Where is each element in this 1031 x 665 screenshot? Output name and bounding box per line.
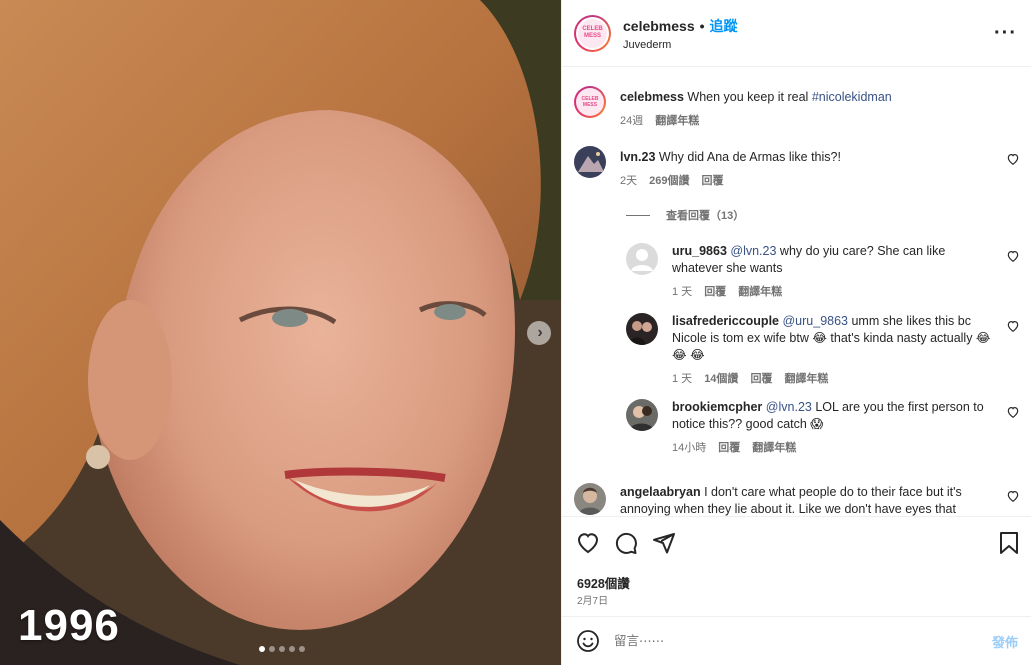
commenter-avatar[interactable] <box>574 146 606 178</box>
reply-time[interactable]: 14小時 <box>672 440 706 457</box>
reply-mention[interactable]: @lvn.23 <box>766 400 812 414</box>
heart-icon[interactable] <box>1006 249 1020 263</box>
comment-icon[interactable] <box>614 531 638 555</box>
slide-dot <box>279 646 285 652</box>
save-icon[interactable] <box>998 531 1020 555</box>
post-media: 1996 › <box>0 0 561 665</box>
chevron-right-icon: › <box>537 324 543 341</box>
comment-username[interactable]: angelaabryan <box>620 485 701 499</box>
heart-icon[interactable] <box>576 531 600 555</box>
reply-row: lisafredericcouple @uru_9863 umm she lik… <box>626 313 1020 388</box>
celebmess-logo: CELEB MESS <box>578 18 607 48</box>
year-label: 1996 <box>18 601 120 650</box>
hashtag-link[interactable]: #nicolekidman <box>812 90 892 104</box>
heart-icon[interactable] <box>1006 152 1020 166</box>
location-link[interactable]: Juvederm <box>623 39 738 51</box>
reply-mention[interactable]: @uru_9863 <box>782 314 848 328</box>
reply-username[interactable]: brookiemcpher <box>672 400 762 414</box>
reply-avatar[interactable] <box>626 399 658 431</box>
caption-username[interactable]: celebmess <box>620 90 684 104</box>
reply-button[interactable]: 回覆 <box>750 371 772 388</box>
comment-likes[interactable]: 269個讚 <box>649 173 689 190</box>
separator: • <box>699 17 705 34</box>
reply-mention[interactable]: @lvn.23 <box>730 244 776 258</box>
reply-row: brookiemcpher @lvn.23 LOL are you the fi… <box>626 399 1020 457</box>
comment-composer: 發佈 <box>562 616 1031 665</box>
heart-icon[interactable] <box>1006 405 1020 419</box>
reply-username[interactable]: uru_9863 <box>672 244 727 258</box>
comment-text: Why did Ana de Armas like this?! <box>658 150 841 164</box>
share-icon[interactable] <box>652 531 676 555</box>
post-button[interactable]: 發佈 <box>992 632 1018 651</box>
emoji-icon[interactable] <box>576 629 600 653</box>
reply-avatar[interactable] <box>626 243 658 275</box>
reply-likes[interactable]: 14個讚 <box>704 371 738 388</box>
translate-button[interactable]: 翻譯年糕 <box>784 371 828 388</box>
view-replies-button[interactable]: 查看回覆（13） <box>626 207 744 223</box>
follow-button[interactable]: 追蹤 <box>710 16 738 36</box>
reply-username[interactable]: lisafredericcouple <box>672 314 779 328</box>
heart-icon[interactable] <box>1006 489 1020 503</box>
translate-button[interactable]: 翻譯年糕 <box>655 113 699 130</box>
slide-dot <box>259 646 265 652</box>
caption-time[interactable]: 24週 <box>620 113 643 130</box>
post-actions: 6928個讚 2月7日 <box>562 516 1031 616</box>
reply-avatar[interactable] <box>626 313 658 345</box>
caption-text: When you keep it real <box>687 90 809 104</box>
next-slide-button[interactable]: › <box>527 321 551 345</box>
comments-list[interactable]: CELEB MESS celebmess When you keep it re… <box>562 68 1031 516</box>
post-header: CELEB MESS celebmess • 追蹤 Juvederm ··· <box>562 0 1031 67</box>
reply-button[interactable]: 回覆 <box>718 440 740 457</box>
post-photo <box>0 0 561 665</box>
comment-time[interactable]: 2天 <box>620 173 637 190</box>
slide-dot <box>289 646 295 652</box>
comment-row: angelaabryan I don't care what people do… <box>574 483 1020 516</box>
translate-button[interactable]: 翻譯年糕 <box>738 284 782 301</box>
post-sidebar: CELEB MESS celebmess • 追蹤 Juvederm ··· C… <box>561 0 1031 665</box>
likes-count[interactable]: 6928個讚 <box>577 573 630 592</box>
comment-input[interactable] <box>614 634 992 648</box>
translate-button[interactable]: 翻譯年糕 <box>752 440 796 457</box>
comment-row: lvn.23 Why did Ana de Armas like this?! … <box>574 146 1020 190</box>
reply-row: uru_9863 @lvn.23 why do yiu care? She ca… <box>626 243 1020 301</box>
comment-username[interactable]: lvn.23 <box>620 150 655 164</box>
heart-icon[interactable] <box>1006 319 1020 333</box>
author-username[interactable]: celebmess <box>623 18 695 34</box>
reply-button[interactable]: 回覆 <box>704 284 726 301</box>
reply-time[interactable]: 1 天 <box>672 371 692 388</box>
slide-dot <box>299 646 305 652</box>
more-options-icon[interactable]: ··· <box>994 22 1017 45</box>
slide-indicator <box>259 646 305 652</box>
caption-row: CELEB MESS celebmess When you keep it re… <box>574 86 1020 130</box>
slide-dot <box>269 646 275 652</box>
caption-avatar[interactable]: CELEB MESS <box>574 86 606 118</box>
author-avatar[interactable]: CELEB MESS <box>574 14 611 52</box>
reply-button[interactable]: 回覆 <box>701 173 723 190</box>
post-date[interactable]: 2月7日 <box>577 592 608 607</box>
commenter-avatar[interactable] <box>574 483 606 515</box>
reply-time[interactable]: 1 天 <box>672 284 692 301</box>
